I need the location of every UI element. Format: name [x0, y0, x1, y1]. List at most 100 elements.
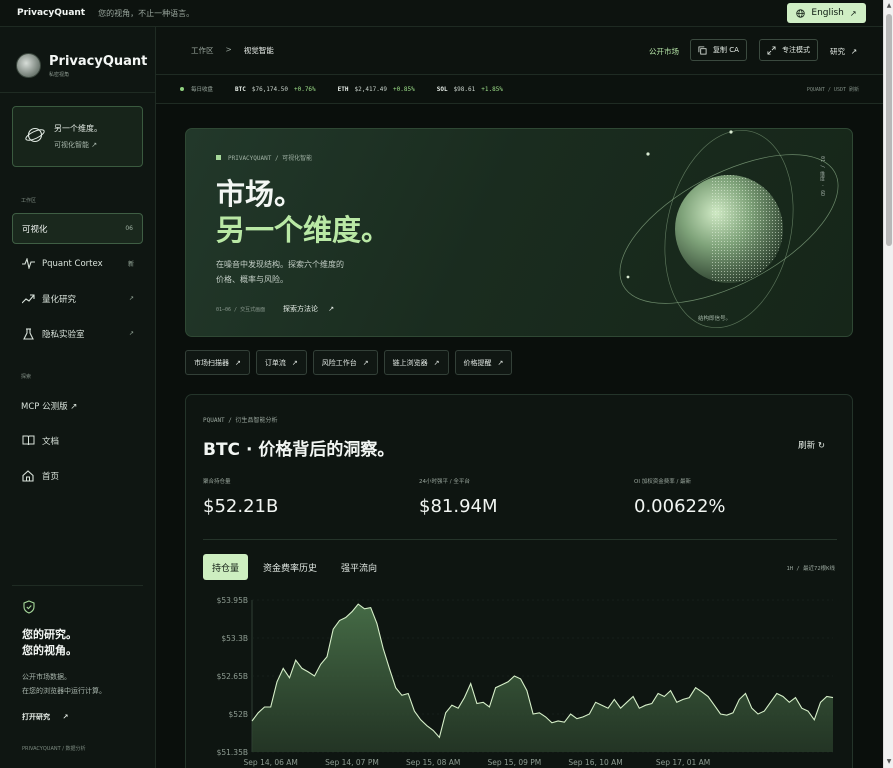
copy-ca-label: 复制 CA: [713, 46, 739, 54]
sidebar-item-visualization[interactable]: 可视化 06: [12, 213, 143, 244]
sidebar-divider: [12, 585, 143, 586]
focus-mode-button[interactable]: 专注模式: [759, 39, 818, 61]
open-research-label: 打开研究: [22, 713, 50, 721]
copy-icon: [698, 45, 707, 55]
feature-card[interactable]: 另一个维度。 可视化智能 ↗: [12, 106, 143, 167]
y-tick-label: $53.3B: [221, 634, 248, 643]
sidebar-item-mcp[interactable]: MCP 公测版 ↗: [12, 390, 143, 421]
breadcrumb-root[interactable]: 工作区: [191, 45, 214, 56]
sidebar-item-home[interactable]: 首页: [12, 460, 143, 491]
expand-icon: [767, 45, 776, 55]
scrollbar-thumb[interactable]: [886, 14, 892, 246]
scroll-down-arrow-icon[interactable]: ▼: [886, 758, 892, 766]
research-label: 研究: [830, 47, 845, 56]
sidebar-quote-line-1: 您的研究。: [22, 628, 77, 641]
arrow-up-right-icon: ↗: [328, 305, 335, 313]
y-tick-label: $51.35B: [217, 748, 248, 757]
sidebar-divider: [0, 92, 156, 93]
arrow-up-right-icon: ↗: [128, 295, 134, 302]
hero-title: 市场。 另一个维度。: [216, 176, 390, 248]
hero-desc-line-2: 价格、概率与风险。: [216, 275, 288, 284]
feature-card-link[interactable]: 可视化智能 ↗: [54, 140, 97, 150]
explore-section-label: 探索: [21, 374, 32, 380]
sidebar-item-pquant-cortex[interactable]: Pquant Cortex 新: [12, 248, 143, 279]
sidebar-desc-line-1: 公开市场数据。: [22, 673, 71, 681]
market-scanner-button[interactable]: 市场扫描器 ↗: [185, 350, 250, 375]
page-scrollbar[interactable]: ▲ ▼: [883, 0, 893, 768]
sidebar-quote-line-2: 您的视角。: [22, 644, 77, 657]
open-interest-chart[interactable]: $53.95B $53.3B $52.65B $52B $51.35B Sep 14, …: [186, 590, 853, 768]
panel-title: BTC · 价格背后的洞察。: [203, 440, 395, 460]
stat-value: 0.00622%: [634, 496, 726, 517]
research-link[interactable]: 研究 ↗: [830, 46, 857, 57]
breadcrumb: 工作区 > 视觉智能: [191, 45, 274, 56]
pulse-icon: [21, 257, 35, 271]
page-header: 工作区 > 视觉智能 公开市场 复制 CA 专注模式 研究 ↗: [156, 27, 883, 75]
chart-range[interactable]: 1H / 最近72根K线: [787, 564, 836, 572]
public-market-link[interactable]: 公开市场: [649, 46, 679, 57]
y-tick-label: $53.95B: [217, 596, 248, 605]
sidebar-footer: PRIVACYQUANT / 数据分析: [22, 746, 86, 752]
sidebar-header[interactable]: PrivacyQuant 私密视角: [16, 53, 147, 78]
copy-ca-button[interactable]: 复制 CA: [690, 39, 747, 61]
book-icon: [21, 434, 35, 448]
sidebar-subtitle: 私密视角: [49, 71, 70, 78]
open-research-link[interactable]: 打开研究 ↗: [22, 712, 68, 722]
ticker-change: +1.85%: [481, 85, 503, 93]
sidebar-item-quant-research[interactable]: 量化研究 ↗: [12, 283, 143, 314]
y-tick-label: $52.65B: [217, 672, 248, 681]
sidebar-item-docs[interactable]: 文档: [12, 425, 143, 456]
arrow-up-right-icon: ↗: [62, 713, 69, 721]
sidebar: PrivacyQuant 私密视角 另一个维度。 可视化智能 ↗ 工作区 可视化…: [0, 27, 156, 768]
orb-caption: 结构即信号。: [698, 314, 731, 322]
tab-funding-history[interactable]: 资金费率历史: [254, 554, 326, 580]
ticker-pair-refresh[interactable]: PQUANT / USDT 刷新: [807, 86, 859, 93]
language-label: English: [811, 8, 844, 18]
onchain-explorer-button[interactable]: 链上浏览器 ↗: [383, 350, 449, 375]
sidebar-item-privacy-lab[interactable]: 隐私实验室 ↗: [12, 318, 143, 349]
breadcrumb-separator: >: [225, 45, 232, 54]
tab-open-interest[interactable]: 持仓量: [203, 554, 249, 580]
risk-workbench-button[interactable]: 风险工作台 ↗: [312, 350, 378, 375]
tool-label: 市场扫描器: [194, 358, 229, 367]
language-button[interactable]: English ↗: [787, 3, 866, 23]
explore-methodology-link[interactable]: 探索方法论 ↗: [283, 304, 334, 314]
tool-label: 价格提醒: [463, 358, 492, 367]
tool-label: 链上浏览器: [392, 358, 428, 367]
sidebar-item-label: Pquant Cortex: [42, 258, 103, 269]
stat-label: 24小时强平 / 全平台: [419, 479, 470, 485]
ticker-change: +0.85%: [393, 85, 415, 93]
ticker-price: $76,174.50: [251, 85, 288, 93]
price-alert-button[interactable]: 价格提醒 ↗: [454, 350, 513, 375]
x-tick-label: Sep 17, 01 AM: [656, 758, 710, 767]
focus-mode-label: 专注模式: [782, 46, 810, 54]
order-flow-button[interactable]: 订单流 ↗: [255, 350, 307, 375]
top-brand[interactable]: PrivacyQuant: [17, 8, 85, 18]
arrow-up-right-icon: ↗: [235, 358, 241, 367]
sidebar-item-label: MCP 公测版 ↗: [21, 401, 78, 412]
sidebar-title: PrivacyQuant: [49, 53, 148, 69]
live-dot-icon: [180, 87, 184, 91]
globe-icon: [796, 8, 806, 18]
tool-label: 风险工作台: [321, 358, 357, 367]
arrow-up-right-icon: ↗: [849, 8, 857, 18]
orb-visualization[interactable]: 结构即信号。: [606, 129, 853, 337]
x-tick-label: Sep 15, 09 PM: [488, 758, 542, 767]
square-bullet-icon: [216, 155, 221, 160]
sidebar-desc-line-2: 在您的浏览器中运行计算。: [22, 687, 106, 695]
ticker-label: 每日收盘: [191, 87, 214, 93]
hero-title-line-1: 市场。: [216, 177, 304, 211]
arrow-up-right-icon: ↗: [497, 358, 504, 367]
main-content: PRIVACYQUANT / 可视化智能 市场。 另一个维度。 在噪音中发现结构…: [156, 104, 883, 768]
tab-liquidation-flow[interactable]: 强平流向: [332, 554, 386, 580]
x-tick-label: Sep 14, 06 AM: [244, 758, 298, 767]
series-area: [252, 604, 833, 752]
arrow-up-right-icon: ↗: [291, 358, 298, 367]
ticker-symbol: ETH: [337, 85, 349, 93]
scroll-up-arrow-icon[interactable]: ▲: [886, 2, 892, 10]
trend-icon: [21, 292, 35, 306]
tool-shortcuts: 市场扫描器 ↗ 订单流 ↗ 风险工作台 ↗ 链上浏览器 ↗ 价格提醒 ↗: [185, 350, 513, 375]
refresh-button[interactable]: 刷新 ↻: [798, 439, 825, 451]
hero-meta: 01–06 / 交互式画面: [216, 307, 266, 313]
hero-tag-text: PRIVACYQUANT / 可视化智能: [228, 155, 313, 162]
